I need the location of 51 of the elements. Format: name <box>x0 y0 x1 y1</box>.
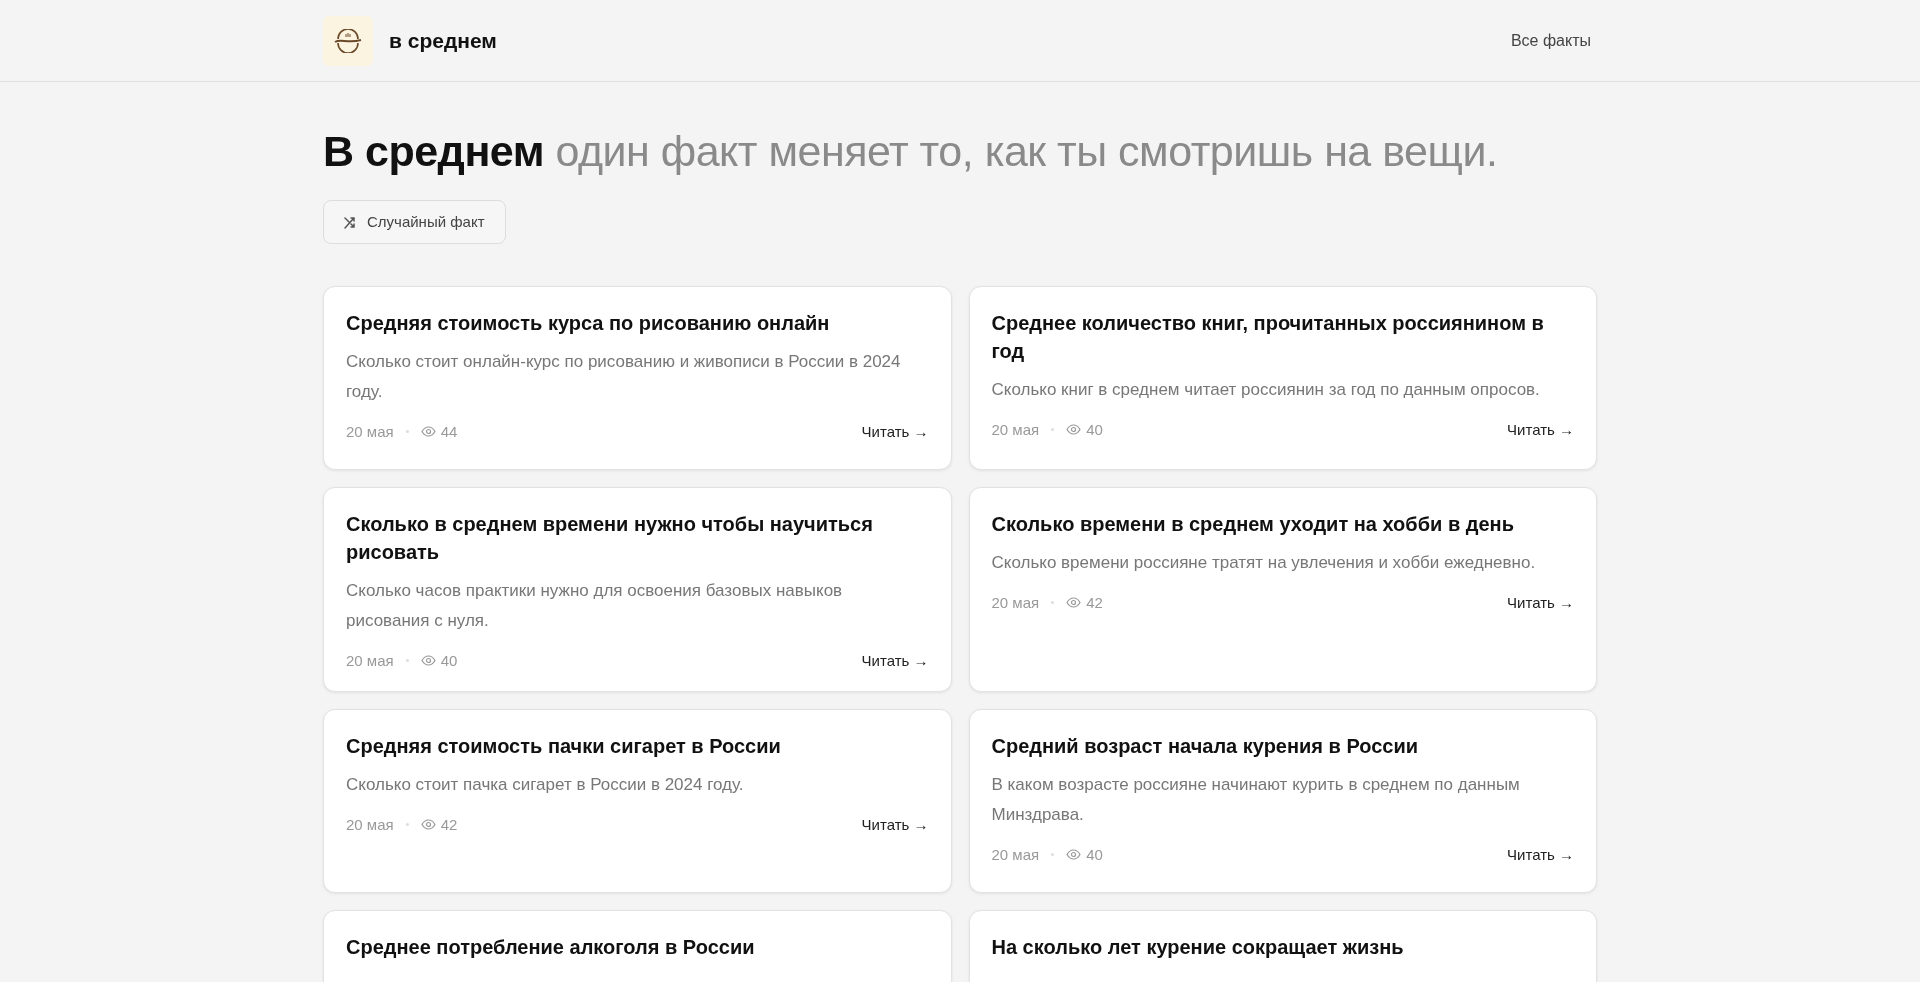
all-facts-link[interactable]: Все факты <box>1510 31 1591 50</box>
card-date: 20 мая <box>991 845 1040 863</box>
card-title: Среднее количество книг, прочитанных россиянином в год <box>991 310 1545 364</box>
view-count: 42 <box>440 815 458 833</box>
read-link[interactable]: Читать → <box>861 651 929 669</box>
card-description: Сколько стоит пачка сигарет в России в 2024 году. <box>346 773 745 796</box>
logo-icon[interactable] <box>323 15 373 66</box>
eye-icon <box>420 818 436 830</box>
eye-icon <box>1066 596 1082 608</box>
fact-card[interactable]: Средняя стоимость курса по рисованию онлайн Сколько стоит онлайн-курс по рисованию и живописи в России в 2024 году. 20 мая 44 Читать → <box>323 285 952 470</box>
card-description: В каком возрасте россияне начинают курить в среднем по данным Минздрава. <box>991 773 1521 826</box>
eye-icon <box>1066 848 1082 860</box>
fact-card[interactable]: Сколько времени в среднем уходит на хобби в день Сколько времени россияне тратят на увлечения и хобби ежедневно. 20 мая 42 Читать → <box>968 486 1597 692</box>
card-description: Сколько времени россияне тратят на увлечения и хобби ежедневно. <box>991 551 1537 574</box>
card-title: Сколько в среднем времени нужно чтобы научиться рисовать <box>346 511 874 565</box>
card-title: Средняя стоимость пачки сигарет в России <box>346 733 782 759</box>
card-date: 20 мая <box>991 593 1040 611</box>
read-link[interactable]: Читать → <box>1507 845 1574 863</box>
card-description: Сколько часов практики нужно для освоения базовых навыков рисования с нуля. <box>346 579 844 632</box>
read-link[interactable]: Читать → <box>861 422 929 440</box>
site-name[interactable]: в среднем <box>389 28 497 53</box>
card-title: Среднее потребление алкоголя в России <box>346 934 756 960</box>
view-count: 40 <box>1086 845 1103 863</box>
eye-icon <box>420 425 436 437</box>
view-count: 44 <box>440 422 458 440</box>
card-title: Средняя стоимость курса по рисованию онлайн <box>346 310 831 336</box>
hero-heading: В среднем один факт меняет то, как ты смотришь на вещи. <box>323 126 1499 177</box>
view-count: 40 <box>440 651 458 669</box>
card-title: На сколько лет курение сокращает жизнь <box>991 934 1405 960</box>
read-link[interactable]: Читать → <box>861 815 929 833</box>
card-title: Сколько времени в среднем уходит на хобби в день <box>991 511 1515 537</box>
view-count: 40 <box>1086 420 1103 438</box>
card-date: 20 мая <box>346 651 394 669</box>
eye-icon <box>1066 423 1082 435</box>
card-date: 20 мая <box>991 420 1040 438</box>
card-date: 20 мая <box>346 422 394 440</box>
view-count: 42 <box>1086 593 1103 611</box>
card-date: 20 мая <box>346 815 394 833</box>
fact-card[interactable]: Среднее количество книг, прочитанных россиянином в год Сколько книг в среднем читает россиянин за год по данным опросов. 20 мая 40 Читать → <box>968 285 1597 470</box>
card-description: Сколько книг в среднем читает россиянин за год по данным опросов. <box>991 378 1541 401</box>
fact-card[interactable]: Сколько в среднем времени нужно чтобы научиться рисовать Сколько часов практики нужно для освоения базовых навыков рисования с нуля. 20 мая 40 Читать → <box>323 486 952 692</box>
fact-card[interactable]: На сколько лет курение сокращает жизнь <box>968 909 1597 982</box>
fact-card[interactable]: Среднее потребление алкоголя в России <box>323 909 952 982</box>
read-link[interactable]: Читать → <box>1507 420 1574 438</box>
card-description: Сколько стоит онлайн-курс по рисованию и живописи в России в 2024 году. <box>346 350 902 403</box>
fact-card[interactable]: Средний возраст начала курения в России В каком возрасте россияне начинают курить в среднем по данным Минздрава. 20 мая 40 Читать → <box>968 708 1597 893</box>
read-link[interactable]: Читать → <box>1507 593 1574 611</box>
random-fact-button[interactable]: Случайный факт <box>323 199 506 244</box>
card-title: Средний возраст начала курения в России <box>991 733 1420 759</box>
eye-icon <box>420 654 436 666</box>
fact-card[interactable]: Средняя стоимость пачки сигарет в России Сколько стоит пачка сигарет в России в 2024 году. 20 мая 42 Читать → <box>323 708 952 893</box>
